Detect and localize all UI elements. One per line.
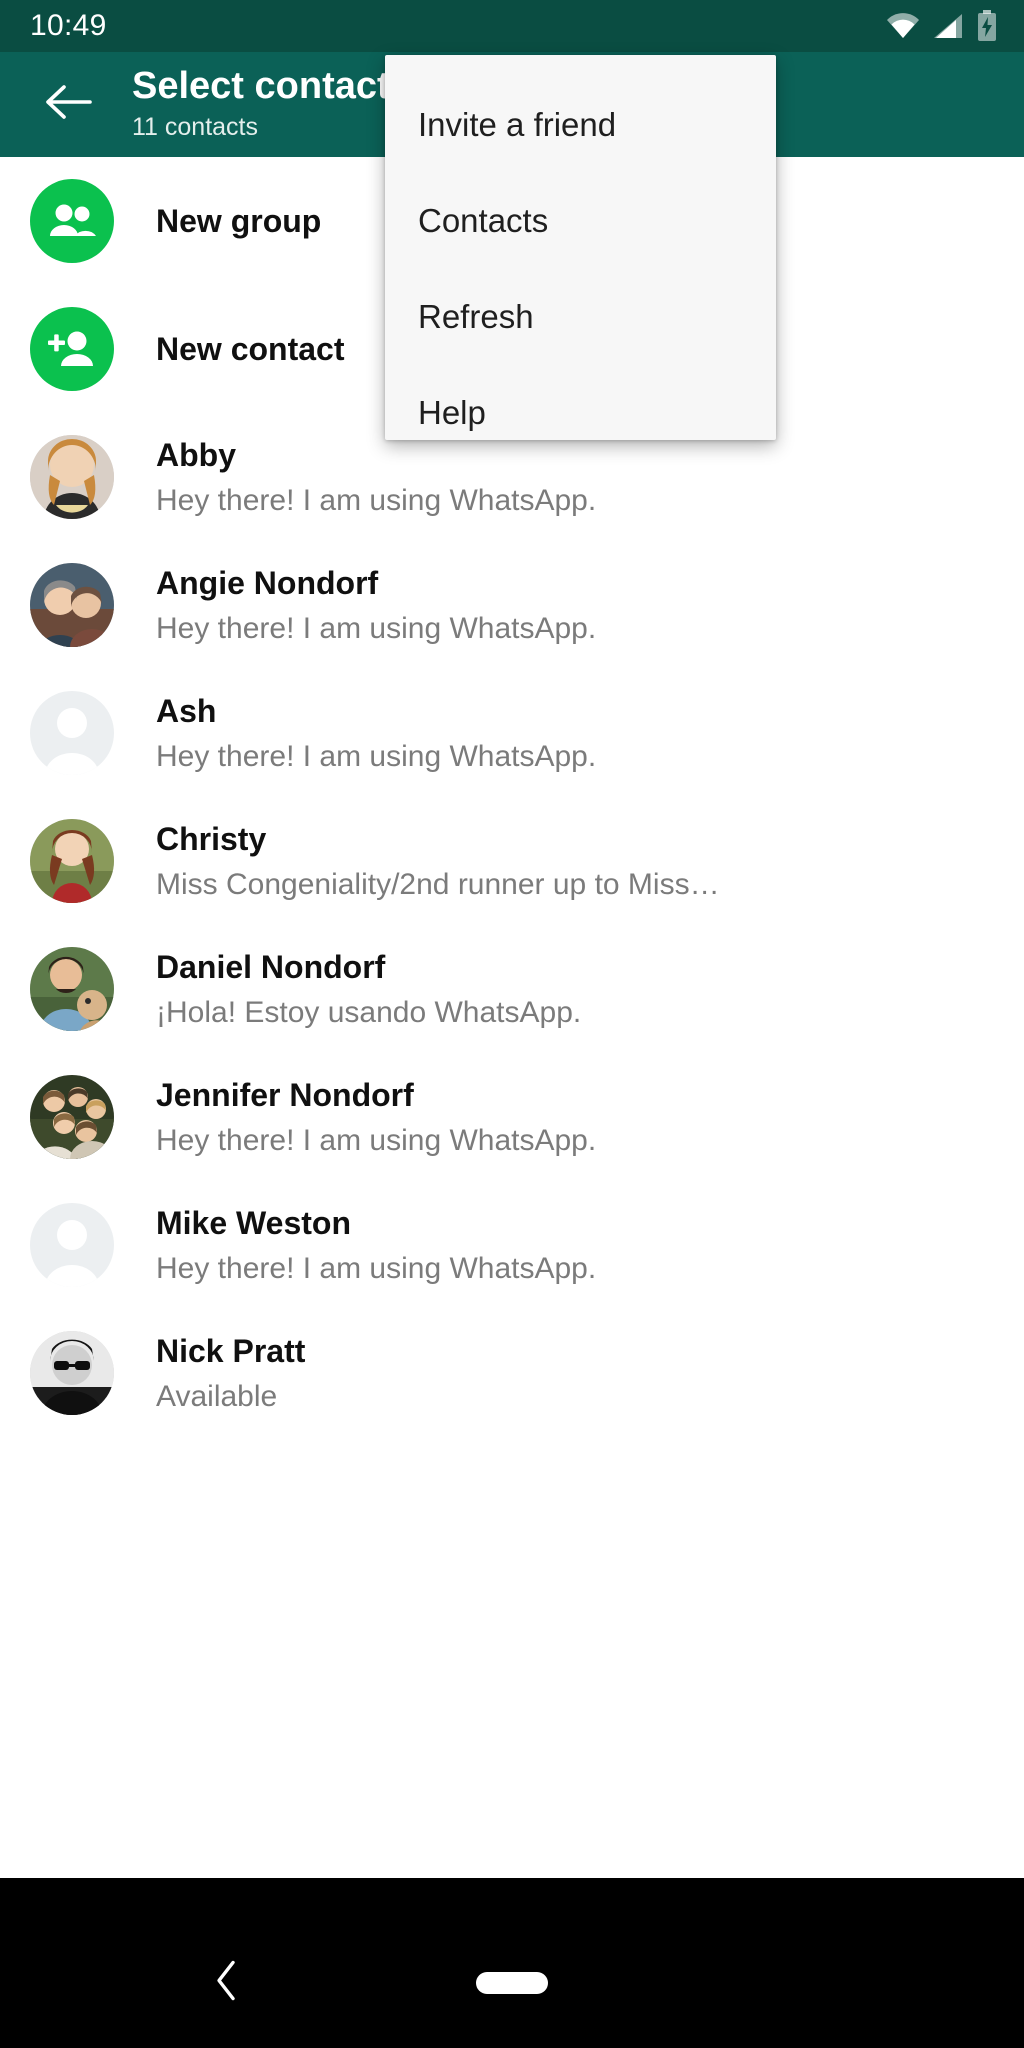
contact-name: Daniel Nondorf: [156, 948, 386, 985]
whatsapp-select-contact-screen: 10:49 Select contact 11 contacts New gro…: [0, 0, 1024, 2048]
contact-text: Nick Pratt Available: [156, 1331, 1024, 1416]
page-title: Select contact: [132, 64, 390, 107]
contact-name: Nick Pratt: [156, 1332, 306, 1369]
avatar: [30, 563, 114, 647]
menu-item-label: Help: [418, 394, 486, 431]
avatar-placeholder-icon: [30, 691, 114, 775]
cellular-signal-icon: [932, 12, 964, 40]
menu-item-label: Contacts: [418, 202, 549, 239]
contact-row[interactable]: Ash Hey there! I am using WhatsApp.: [0, 669, 1024, 797]
contact-text: Daniel Nondorf ¡Hola! Estoy usando Whats…: [156, 947, 1024, 1032]
contact-text: Jennifer Nondorf Hey there! I am using W…: [156, 1075, 1024, 1160]
contact-status: Hey there! I am using WhatsApp.: [156, 1123, 597, 1157]
avatar: [30, 435, 114, 519]
contact-text: Mike Weston Hey there! I am using WhatsA…: [156, 1203, 1024, 1288]
menu-item-refresh[interactable]: Refresh: [385, 269, 776, 365]
contact-text: Christy Miss Congeniality/2nd runner up …: [156, 819, 1024, 904]
contact-row[interactable]: Nick Pratt Available: [0, 1309, 1024, 1437]
contact-name: Angie Nondorf: [156, 564, 379, 601]
status-bar: 10:49: [0, 0, 1024, 52]
android-nav-bar: [0, 1918, 1024, 2048]
group-people-icon: [30, 179, 114, 263]
avatar: [30, 947, 114, 1031]
menu-item-contacts[interactable]: Contacts: [385, 173, 776, 269]
status-clock: 10:49: [30, 9, 107, 42]
nav-home-pill[interactable]: [476, 1972, 548, 1994]
avatar: [30, 1075, 114, 1159]
arrow-back-icon: [46, 84, 92, 125]
back-button[interactable]: [32, 68, 106, 142]
contact-row[interactable]: Christy Miss Congeniality/2nd runner up …: [0, 797, 1024, 925]
contact-status: Hey there! I am using WhatsApp.: [156, 1251, 597, 1285]
nav-bar-spacer: [0, 1878, 1024, 1918]
avatar-placeholder-icon: [30, 1203, 114, 1287]
contact-text: Ash Hey there! I am using WhatsApp.: [156, 691, 1024, 776]
avatar: [30, 1331, 114, 1415]
battery-charging-icon: [976, 10, 998, 42]
contact-row[interactable]: Jennifer Nondorf Hey there! I am using W…: [0, 1053, 1024, 1181]
nav-back-icon[interactable]: [212, 1959, 242, 2008]
contact-status: Hey there! I am using WhatsApp.: [156, 739, 597, 773]
overflow-menu[interactable]: Invite a friend Contacts Refresh Help: [385, 55, 776, 440]
contact-name: Christy: [156, 820, 267, 857]
contact-name: Mike Weston: [156, 1204, 351, 1241]
menu-item-label: Refresh: [418, 298, 534, 335]
avatar: [30, 819, 114, 903]
contact-status: Miss Congeniality/2nd runner up to Miss…: [156, 867, 720, 901]
contact-row[interactable]: Daniel Nondorf ¡Hola! Estoy usando Whats…: [0, 925, 1024, 1053]
contacts-count: 11 contacts: [132, 113, 259, 142]
person-add-icon: [30, 307, 114, 391]
contact-text: Angie Nondorf Hey there! I am using What…: [156, 563, 1024, 648]
contact-name: Ash: [156, 692, 217, 729]
contact-status: Hey there! I am using WhatsApp.: [156, 483, 597, 517]
contact-status: ¡Hola! Estoy usando WhatsApp.: [156, 995, 582, 1029]
menu-item-invite-a-friend[interactable]: Invite a friend: [385, 77, 776, 173]
contact-name: Jennifer Nondorf: [156, 1076, 414, 1113]
contact-row[interactable]: Angie Nondorf Hey there! I am using What…: [0, 541, 1024, 669]
menu-item-help[interactable]: Help: [385, 365, 776, 461]
contact-status: Hey there! I am using WhatsApp.: [156, 611, 597, 645]
contact-status: Available: [156, 1379, 278, 1413]
app-bar-titles: Select contact 11 contacts: [132, 64, 390, 143]
status-icon-group: [886, 10, 998, 42]
menu-item-label: Invite a friend: [418, 106, 617, 143]
wifi-icon: [886, 12, 920, 40]
contact-row[interactable]: Mike Weston Hey there! I am using WhatsA…: [0, 1181, 1024, 1309]
